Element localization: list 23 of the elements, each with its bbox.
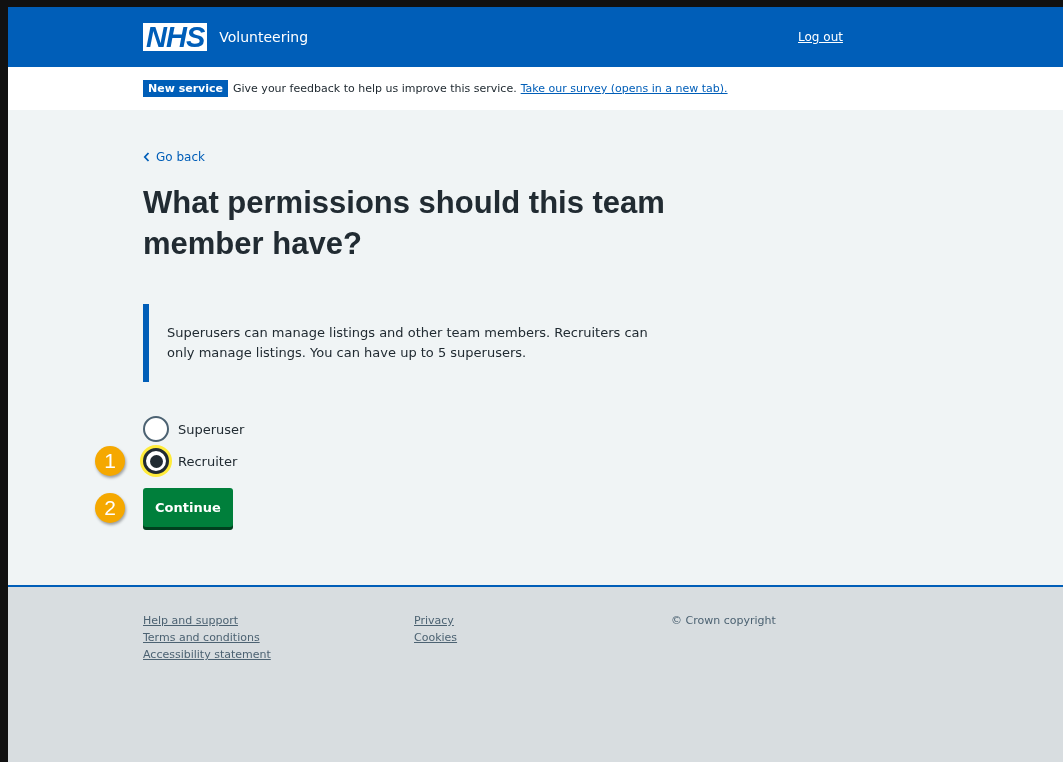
footer-link[interactable]: Cookies [414, 631, 458, 644]
copyright-text: © Crown copyright [671, 614, 776, 629]
radio-label[interactable]: Superuser [178, 421, 245, 437]
chevron-left-icon [143, 152, 150, 162]
feedback-text: Give your feedback to help us improve this service. [233, 82, 517, 95]
inset-text: Superusers can manage listings and other team members. Recruiters can only manage listings. You can have up to 5 superusers. [167, 324, 649, 362]
footer-link[interactable]: Terms and conditions [143, 631, 260, 644]
service-name: Volunteering [219, 29, 309, 45]
footer-link[interactable]: Help and support [143, 614, 238, 627]
log-out-link[interactable]: Log out [798, 30, 843, 44]
survey-link[interactable]: Take our survey (opens in a new tab). [520, 82, 728, 95]
step-marker: 1 [95, 446, 125, 476]
radio-button[interactable] [143, 416, 169, 442]
back-link[interactable]: Go back [143, 150, 205, 164]
footer-link[interactable]: Accessibility statement [143, 648, 271, 661]
page-heading: What permissions should this team member have? [143, 184, 666, 263]
radio-label[interactable]: Recruiter [178, 453, 238, 469]
footer-link[interactable]: Privacy [414, 614, 454, 627]
continue-button[interactable]: Continue [143, 488, 233, 527]
step-marker: 2 [95, 492, 125, 523]
new-service-tag: New service [143, 80, 228, 97]
nhs-logo[interactable]: NHS [143, 23, 208, 51]
radio-button[interactable] [143, 448, 169, 474]
